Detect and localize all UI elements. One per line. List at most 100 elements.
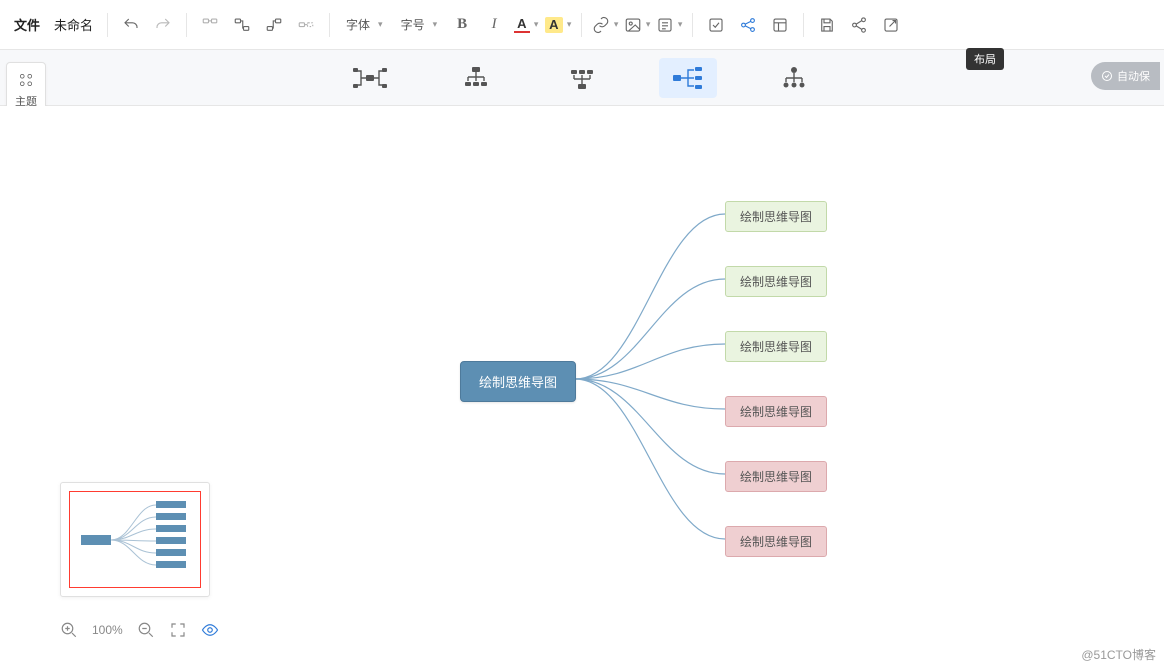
template-icon [771,16,789,34]
redo-icon [154,16,172,34]
autosave-badge[interactable]: 自动保 [1091,62,1160,90]
structure-icon [739,16,757,34]
layout-org-up-icon [562,64,602,92]
delete-node-button[interactable] [291,10,321,40]
chevron-down-icon: ▾ [433,19,438,30]
chevron-down-icon: ▾ [567,19,572,30]
separator [692,13,693,37]
structure-button[interactable] [733,10,763,40]
mindmap-child[interactable]: 绘制思维导图 [725,526,827,557]
parent-node-icon [265,16,283,34]
zoom-controls: 100% [60,621,219,639]
save-button[interactable] [812,10,842,40]
font-family-select[interactable]: 字体 ▾ [338,10,391,40]
mindmap-child[interactable]: 绘制思维导图 [725,461,827,492]
share-button[interactable] [844,10,874,40]
template-button[interactable] [765,10,795,40]
autosave-label: 自动保 [1117,68,1150,84]
child-label: 绘制思维导图 [740,470,812,484]
grid-icon [17,71,35,89]
file-menu[interactable]: 文件 [8,15,46,34]
fullscreen-icon [169,621,187,639]
layout-both-sides[interactable] [341,58,399,98]
undo-button[interactable] [116,10,146,40]
child-label: 绘制思维导图 [740,405,812,419]
chevron-down-icon: ▾ [614,19,619,30]
insert-sibling-button[interactable] [195,10,225,40]
font-color-button[interactable]: A▾ [511,10,541,40]
zoom-value[interactable]: 100% [92,623,123,637]
root-label: 绘制思维导图 [479,375,557,390]
image-button[interactable]: ▾ [622,10,652,40]
layout-org-down[interactable] [447,58,505,98]
chevron-down-icon: ▾ [646,19,651,30]
zoom-out-button[interactable] [137,621,155,639]
bold-icon: B [457,16,467,33]
separator [186,13,187,37]
redo-button[interactable] [148,10,178,40]
separator [329,13,330,37]
mindmap-child[interactable]: 绘制思维导图 [725,396,827,427]
separator [581,13,582,37]
minimap-connectors [61,483,211,598]
layout-right-icon [668,64,708,92]
layout-tree[interactable] [765,58,823,98]
child-node-icon [233,16,251,34]
tooltip-layout: 布局 [966,48,1004,70]
note-button[interactable]: ▾ [654,10,684,40]
link-icon [592,16,610,34]
font-color-icon: A [514,17,530,33]
child-label: 绘制思维导图 [740,275,812,289]
undo-icon [122,16,140,34]
zoom-in-icon [60,621,78,639]
task-button[interactable] [701,10,731,40]
mindmap-child[interactable]: 绘制思维导图 [725,331,827,362]
font-size-select[interactable]: 字号 ▾ [393,10,446,40]
insert-parent-button[interactable] [259,10,289,40]
italic-button[interactable]: I [479,10,509,40]
chevron-down-icon: ▾ [678,19,683,30]
layout-org-down-icon [456,64,496,92]
note-icon [656,16,674,34]
export-icon [882,16,900,34]
check-circle-icon [1101,70,1113,82]
child-label: 绘制思维导图 [740,535,812,549]
mindmap-child[interactable]: 绘制思维导图 [725,201,827,232]
zoom-in-button[interactable] [60,621,78,639]
main-toolbar: 文件 未命名 字体▾ 字号▾ B I A▾ A▾ ▾ ▾ ▾ [0,0,1164,50]
delete-node-icon [297,16,315,34]
share-icon [850,16,868,34]
toggle-minimap-button[interactable] [201,621,219,639]
font-size-label: 字号 [401,16,425,33]
export-button[interactable] [876,10,906,40]
mindmap-child[interactable]: 绘制思维导图 [725,266,827,297]
zoom-out-icon [137,621,155,639]
separator [803,13,804,37]
chevron-down-icon: ▾ [534,19,539,30]
font-family-label: 字体 [346,16,370,33]
chevron-down-icon: ▾ [378,19,383,30]
separator [107,13,108,37]
sibling-node-icon [201,16,219,34]
highlight-icon: A [545,17,563,33]
fullscreen-button[interactable] [169,621,187,639]
document-title[interactable]: 未命名 [48,15,99,34]
bold-button[interactable]: B [447,10,477,40]
child-label: 绘制思维导图 [740,210,812,224]
insert-child-button[interactable] [227,10,257,40]
eye-icon [201,621,219,639]
highlight-button[interactable]: A▾ [543,10,573,40]
italic-icon: I [492,16,497,33]
checkbox-icon [707,16,725,34]
mindmap-root-node[interactable]: 绘制思维导图 [460,361,576,402]
save-icon [818,16,836,34]
layout-org-up[interactable] [553,58,611,98]
image-icon [624,16,642,34]
layout-tree-icon [774,64,814,92]
watermark: @51CTO博客 [1081,646,1156,663]
minimap[interactable] [60,482,210,597]
link-button[interactable]: ▾ [590,10,620,40]
layout-both-icon [350,64,390,92]
layout-right[interactable] [659,58,717,98]
child-label: 绘制思维导图 [740,340,812,354]
